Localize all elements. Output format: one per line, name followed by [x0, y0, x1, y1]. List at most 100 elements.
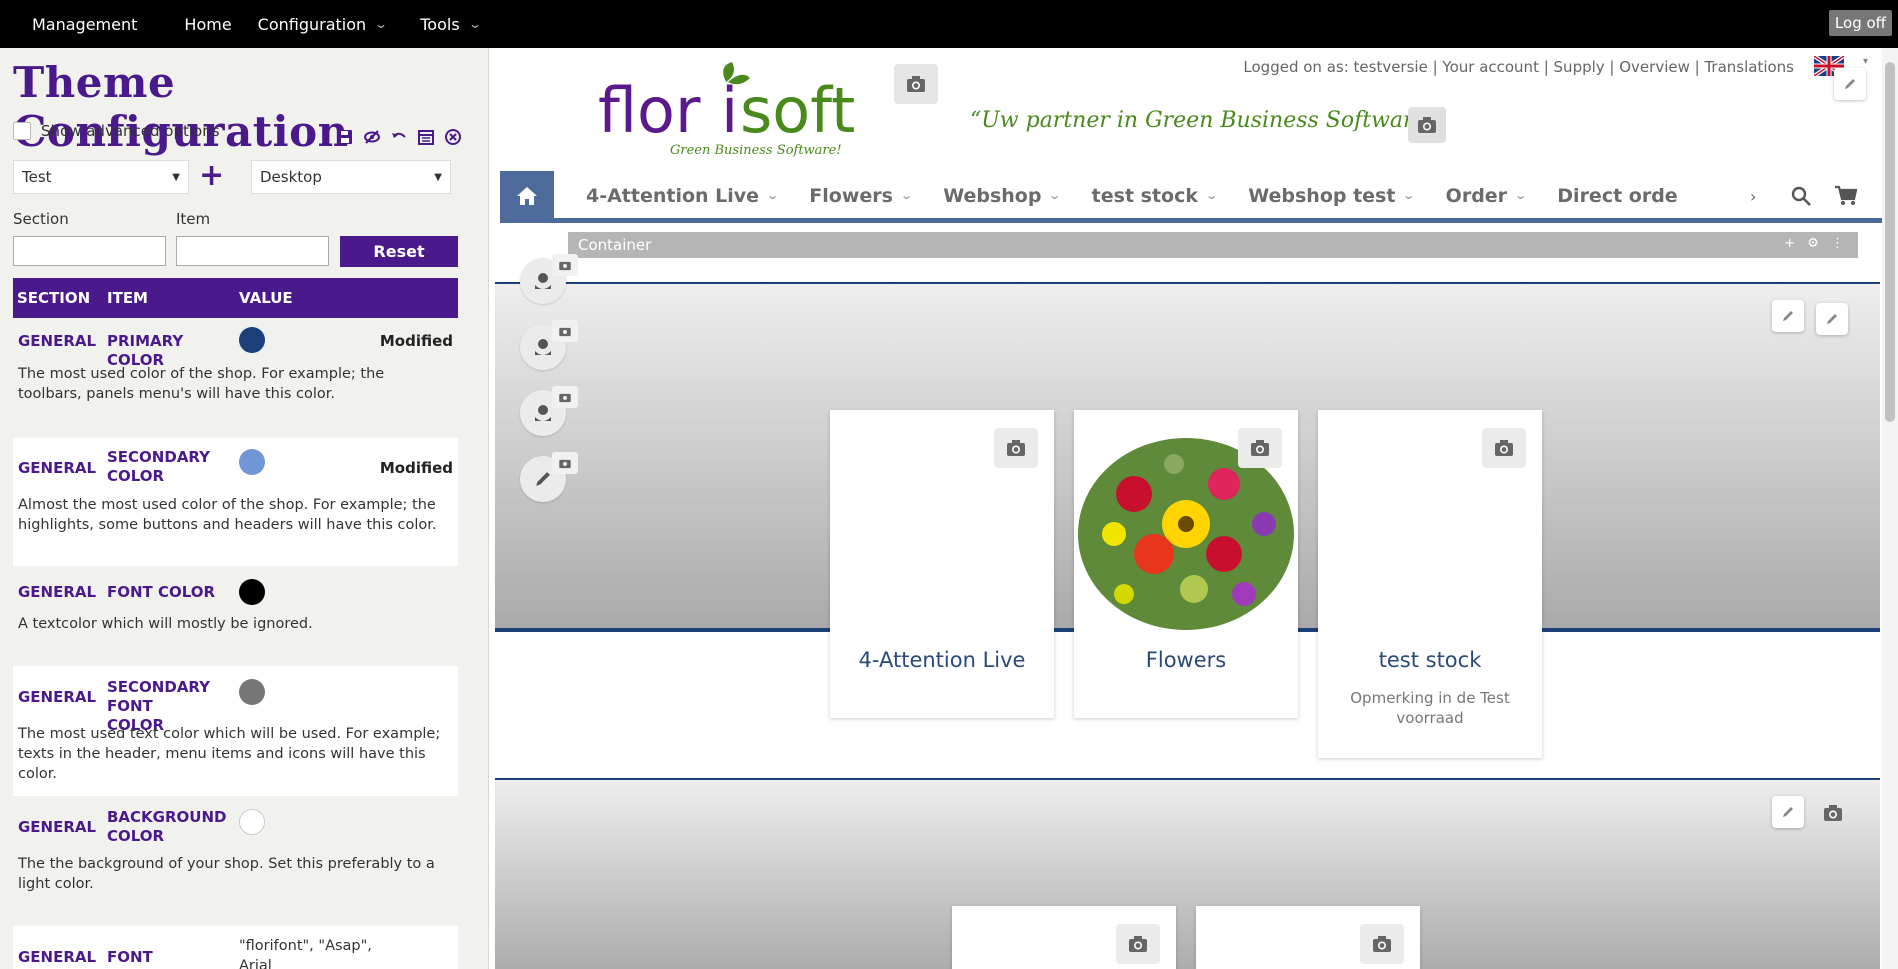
- chevron-down-icon[interactable]: ▾: [1863, 56, 1868, 67]
- section-input[interactable]: [13, 236, 166, 266]
- camera-button[interactable]: [552, 320, 578, 342]
- card-title: 4-Attention Live: [858, 648, 1026, 672]
- configuration-label: Configuration: [257, 14, 367, 34]
- configuration-menu[interactable]: Configuration ⌄: [257, 14, 389, 34]
- camera-button[interactable]: [994, 428, 1038, 468]
- reset-button[interactable]: Reset: [340, 236, 458, 267]
- category-card[interactable]: 4-Attention Live: [830, 410, 1054, 718]
- undo-icon[interactable]: [390, 128, 408, 146]
- table-row[interactable]: GENERAL FONT "florifont", "Asap", Arial: [13, 926, 458, 969]
- camera-button[interactable]: [1482, 428, 1526, 468]
- scrollbar-thumb[interactable]: [1885, 62, 1895, 422]
- camera-button[interactable]: [552, 386, 578, 408]
- color-swatch[interactable]: [239, 327, 265, 353]
- svg-text:i: i: [721, 74, 738, 147]
- svg-text:Green Business Software!: Green Business Software!: [670, 143, 842, 158]
- edit-button[interactable]: [1816, 303, 1848, 335]
- logoff-button[interactable]: Log off: [1828, 10, 1892, 36]
- plant-button[interactable]: [520, 254, 578, 304]
- nav-item[interactable]: Webshop ⌄: [943, 185, 1061, 207]
- item-input[interactable]: [176, 236, 329, 266]
- row-item: FONT COLOR: [107, 583, 216, 601]
- container-bar[interactable]: Container + ⚙ ⋮: [568, 232, 1858, 258]
- row-section: GENERAL: [18, 459, 97, 477]
- home-icon: [517, 186, 537, 205]
- show-advanced-checkbox[interactable]: [13, 122, 31, 140]
- theme-config-panel: Theme Configuration Show advanced option…: [0, 48, 489, 969]
- color-swatch[interactable]: [239, 579, 265, 605]
- category-card[interactable]: [952, 906, 1176, 969]
- table-row[interactable]: GENERAL BACKGROUND COLOR The the backgro…: [13, 796, 458, 926]
- camera-button[interactable]: [552, 254, 578, 276]
- plant-button[interactable]: [520, 320, 578, 370]
- chevron-right-icon[interactable]: ›: [1750, 187, 1756, 206]
- camera-icon: [559, 459, 571, 469]
- camera-button[interactable]: [1814, 796, 1852, 830]
- column-section: SECTION: [17, 289, 91, 307]
- column-item: ITEM: [107, 289, 148, 307]
- scrollbar[interactable]: [1882, 48, 1898, 969]
- calendar-icon[interactable]: [417, 128, 435, 146]
- table-row[interactable]: GENERAL SECONDARY FONT COLOR The most us…: [13, 666, 458, 796]
- show-advanced-option[interactable]: Show advanced options: [13, 122, 220, 140]
- nav-item-label: Order: [1445, 184, 1508, 207]
- add-theme-button[interactable]: +: [199, 161, 224, 191]
- nav-item-label: Direct orde: [1557, 184, 1678, 207]
- nav-item[interactable]: 4-Attention Live ⌄: [586, 184, 779, 207]
- account-links[interactable]: Logged on as: testversie | Your account …: [1243, 58, 1794, 76]
- plant-button[interactable]: [520, 386, 578, 436]
- nav-item[interactable]: Webshop test ⌄: [1248, 185, 1415, 207]
- show-advanced-label: Show advanced options: [41, 122, 220, 140]
- card-title: Flowers: [1145, 648, 1227, 672]
- chevron-down-icon: ⌄: [1514, 189, 1528, 202]
- edit-section-button[interactable]: [520, 452, 578, 502]
- color-swatch[interactable]: [239, 449, 265, 475]
- hide-icon[interactable]: [363, 128, 381, 146]
- camera-button[interactable]: [1238, 428, 1282, 468]
- nav-home-button[interactable]: [500, 170, 554, 221]
- table-row[interactable]: GENERAL PRIMARY COLOR Modified The most …: [13, 318, 458, 438]
- pencil-icon: [1783, 807, 1793, 817]
- row-item: BACKGROUND COLOR: [107, 808, 227, 845]
- cart-icon[interactable]: [1834, 185, 1858, 207]
- camera-button[interactable]: [1408, 107, 1446, 143]
- theme-select[interactable]: Test ▼: [13, 160, 189, 194]
- container-tools[interactable]: + ⚙ ⋮: [1784, 236, 1848, 251]
- camera-icon: [1373, 936, 1391, 952]
- chevron-down-icon: ⌄: [1205, 189, 1219, 202]
- nav-item[interactable]: test stock ⌄: [1092, 185, 1219, 207]
- home-link[interactable]: Home: [184, 15, 231, 34]
- camera-button[interactable]: [1360, 924, 1404, 964]
- svg-text:flor: flor: [598, 74, 701, 147]
- nav-item[interactable]: Flowers ⌄: [809, 185, 913, 207]
- table-row[interactable]: GENERAL SECONDARY COLOR Modified Almost …: [13, 438, 458, 566]
- row-description: The most used text color which will be u…: [18, 726, 441, 782]
- nav-item[interactable]: Direct orde: [1557, 185, 1677, 207]
- camera-button[interactable]: [894, 64, 938, 104]
- camera-button[interactable]: [1116, 924, 1160, 964]
- category-card[interactable]: [1196, 906, 1420, 969]
- management-link[interactable]: Management: [32, 15, 137, 34]
- section-label: Section: [13, 210, 69, 228]
- color-swatch[interactable]: [239, 679, 265, 705]
- search-icon[interactable]: [1790, 185, 1812, 207]
- nav-item[interactable]: Order ⌄: [1445, 184, 1528, 207]
- tools-menu[interactable]: Tools ⌄: [420, 15, 481, 34]
- edit-button[interactable]: [1772, 300, 1804, 332]
- camera-icon: [559, 393, 571, 403]
- save-icon[interactable]: [336, 128, 354, 146]
- camera-button[interactable]: [552, 452, 578, 474]
- close-circle-icon[interactable]: [444, 128, 462, 146]
- category-card[interactable]: Flowers: [1074, 410, 1298, 718]
- row-section: GENERAL: [18, 332, 97, 350]
- row-section: GENERAL: [18, 688, 97, 706]
- nav-item-label: 4-Attention Live: [586, 184, 760, 207]
- edit-button[interactable]: [1834, 68, 1866, 100]
- font-value[interactable]: "florifont", "Asap", Arial: [239, 936, 379, 969]
- table-row[interactable]: GENERAL FONT COLOR A textcolor which wil…: [13, 566, 458, 666]
- device-select[interactable]: Desktop ▼: [251, 160, 451, 194]
- category-card[interactable]: test stock Opmerking in de Test voorraad: [1318, 410, 1542, 758]
- edit-button[interactable]: [1772, 796, 1804, 828]
- color-swatch[interactable]: [239, 809, 265, 835]
- row-section: GENERAL: [18, 948, 97, 966]
